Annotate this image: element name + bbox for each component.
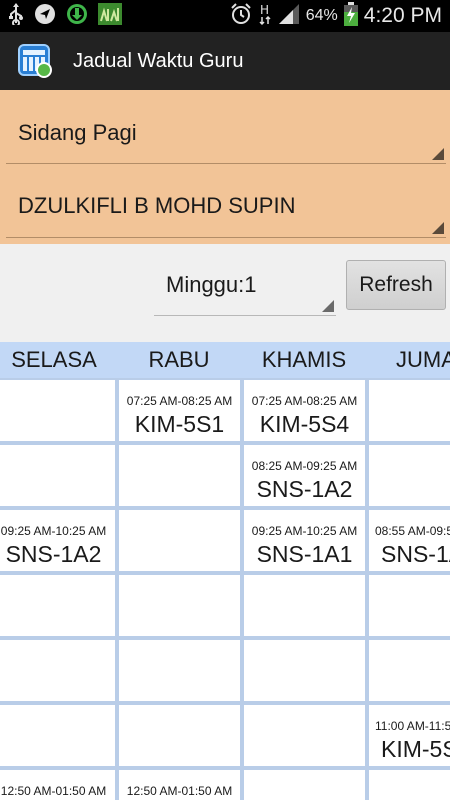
battery-charging-icon xyxy=(343,1,358,31)
signal-icon xyxy=(278,3,300,30)
cell-subject: SNS-1A2 xyxy=(5,541,102,567)
cell-time: 09:25 AM-10:25 AM xyxy=(0,524,107,538)
timetable-cell[interactable] xyxy=(369,640,450,701)
teacher-value: DZULKIFLI B MOHD SUPIN xyxy=(18,193,296,218)
data-h-icon: H xyxy=(258,2,272,31)
timetable-cell[interactable] xyxy=(0,380,115,441)
cell-time: 12:50 AM-01:50 AM xyxy=(126,784,233,798)
cell-subject: SNS-1A2 xyxy=(256,476,353,502)
cell-subject: SNS-1A1 xyxy=(256,541,353,567)
timetable-cell[interactable] xyxy=(369,445,450,506)
cell-time: 09:25 AM-10:25 AM xyxy=(251,524,358,538)
cell-time: 12:50 AM-01:50 AM xyxy=(0,784,107,798)
timetable-cell[interactable] xyxy=(0,640,115,701)
day-header-jumaat: JUMAAT xyxy=(396,347,450,372)
timetable-cell[interactable] xyxy=(369,380,450,441)
timetable-cell[interactable] xyxy=(369,770,450,800)
timetable-cell[interactable]: 12:50 AM-01:50 AM xyxy=(119,770,240,800)
week-value: Minggu:1 xyxy=(166,272,257,297)
timetable-cell[interactable] xyxy=(119,640,240,701)
timetable-cell[interactable]: 08:55 AM-09:55 AM SNS-1A1 xyxy=(369,510,450,571)
system-icons: H 64% 4:20 PM xyxy=(230,0,442,32)
notification-icons xyxy=(8,2,122,30)
week-row: Minggu:1 Refresh xyxy=(0,244,450,342)
cell-time: 11:00 AM-11:55 AM xyxy=(375,719,450,733)
timetable-cell[interactable] xyxy=(0,445,115,506)
timetable-cell[interactable] xyxy=(369,575,450,636)
week-spinner[interactable]: Minggu:1 xyxy=(154,262,336,316)
navigation-icon xyxy=(34,3,56,30)
action-bar: Jadual Waktu Guru xyxy=(0,32,450,90)
battery-percent: 64% xyxy=(305,7,338,24)
filter-panel: Sidang Pagi DZULKIFLI B MOHD SUPIN xyxy=(0,90,450,244)
cell-time: 08:55 AM-09:55 AM xyxy=(375,524,450,538)
app-title: Jadual Waktu Guru xyxy=(73,50,244,72)
session-spinner[interactable]: Sidang Pagi xyxy=(6,92,446,164)
session-value: Sidang Pagi xyxy=(18,120,137,145)
timetable-cell[interactable]: 11:00 AM-11:55 AM KIM-5S1 xyxy=(369,705,450,766)
day-header-khamis: KHAMIS xyxy=(261,347,347,372)
timetable-cell[interactable] xyxy=(119,575,240,636)
day-header-selasa: SELASA xyxy=(11,347,97,372)
timetable-grid: 07:25 AM-08:25 AM KIM-5S1 07:25 AM-08:25 A… xyxy=(0,378,450,800)
status-bar: H 64% 4:20 PM xyxy=(0,0,450,32)
dropdown-arrow-icon xyxy=(322,300,334,312)
dropdown-arrow-icon xyxy=(432,222,444,234)
timetable[interactable]: SELASA RABU KHAMIS JUMAAT 07:25 AM-08:25… xyxy=(0,342,450,800)
calendar-clock-icon[interactable] xyxy=(18,44,52,78)
day-header-rabu: RABU xyxy=(148,347,210,372)
app-notification-icon xyxy=(98,2,122,30)
day-header-row: SELASA RABU KHAMIS JUMAAT xyxy=(0,342,450,378)
cell-time: 08:25 AM-09:25 AM xyxy=(251,459,358,473)
timetable-cell[interactable]: 07:25 AM-08:25 AM KIM-5S4 xyxy=(244,380,365,441)
timetable-cell[interactable] xyxy=(119,445,240,506)
cell-subject: KIM-5S1 xyxy=(381,736,450,762)
refresh-button[interactable]: Refresh xyxy=(346,260,446,310)
cell-time: 07:25 AM-08:25 AM xyxy=(251,394,358,408)
teacher-spinner[interactable]: DZULKIFLI B MOHD SUPIN xyxy=(6,166,446,238)
timetable-cell[interactable]: 09:25 AM-10:25 AM SNS-1A2 xyxy=(0,510,115,571)
cell-subject: KIM-5S1 xyxy=(134,411,225,437)
svg-text:H: H xyxy=(260,3,269,17)
cell-time: 07:25 AM-08:25 AM xyxy=(126,394,233,408)
timetable-cell[interactable] xyxy=(119,705,240,766)
cell-subject: SNS-1A1 xyxy=(381,541,450,567)
clock-time: 4:20 PM xyxy=(363,4,442,27)
timetable-cell[interactable]: 12:50 AM-01:50 AM xyxy=(0,770,115,800)
timetable-cell[interactable] xyxy=(0,705,115,766)
timetable-cell[interactable] xyxy=(244,705,365,766)
download-icon xyxy=(66,3,88,30)
dropdown-arrow-icon xyxy=(432,148,444,160)
timetable-cell[interactable] xyxy=(0,575,115,636)
timetable-cell[interactable]: 08:25 AM-09:25 AM SNS-1A2 xyxy=(244,445,365,506)
timetable-cell[interactable] xyxy=(244,640,365,701)
cell-subject: KIM-5S4 xyxy=(259,411,350,437)
timetable-cell[interactable] xyxy=(244,770,365,800)
timetable-cell[interactable]: 07:25 AM-08:25 AM KIM-5S1 xyxy=(119,380,240,441)
timetable-cell[interactable]: 09:25 AM-10:25 AM SNS-1A1 xyxy=(244,510,365,571)
timetable-cell[interactable] xyxy=(244,575,365,636)
alarm-icon xyxy=(230,2,252,30)
timetable-cell[interactable] xyxy=(119,510,240,571)
usb-icon xyxy=(8,2,24,30)
